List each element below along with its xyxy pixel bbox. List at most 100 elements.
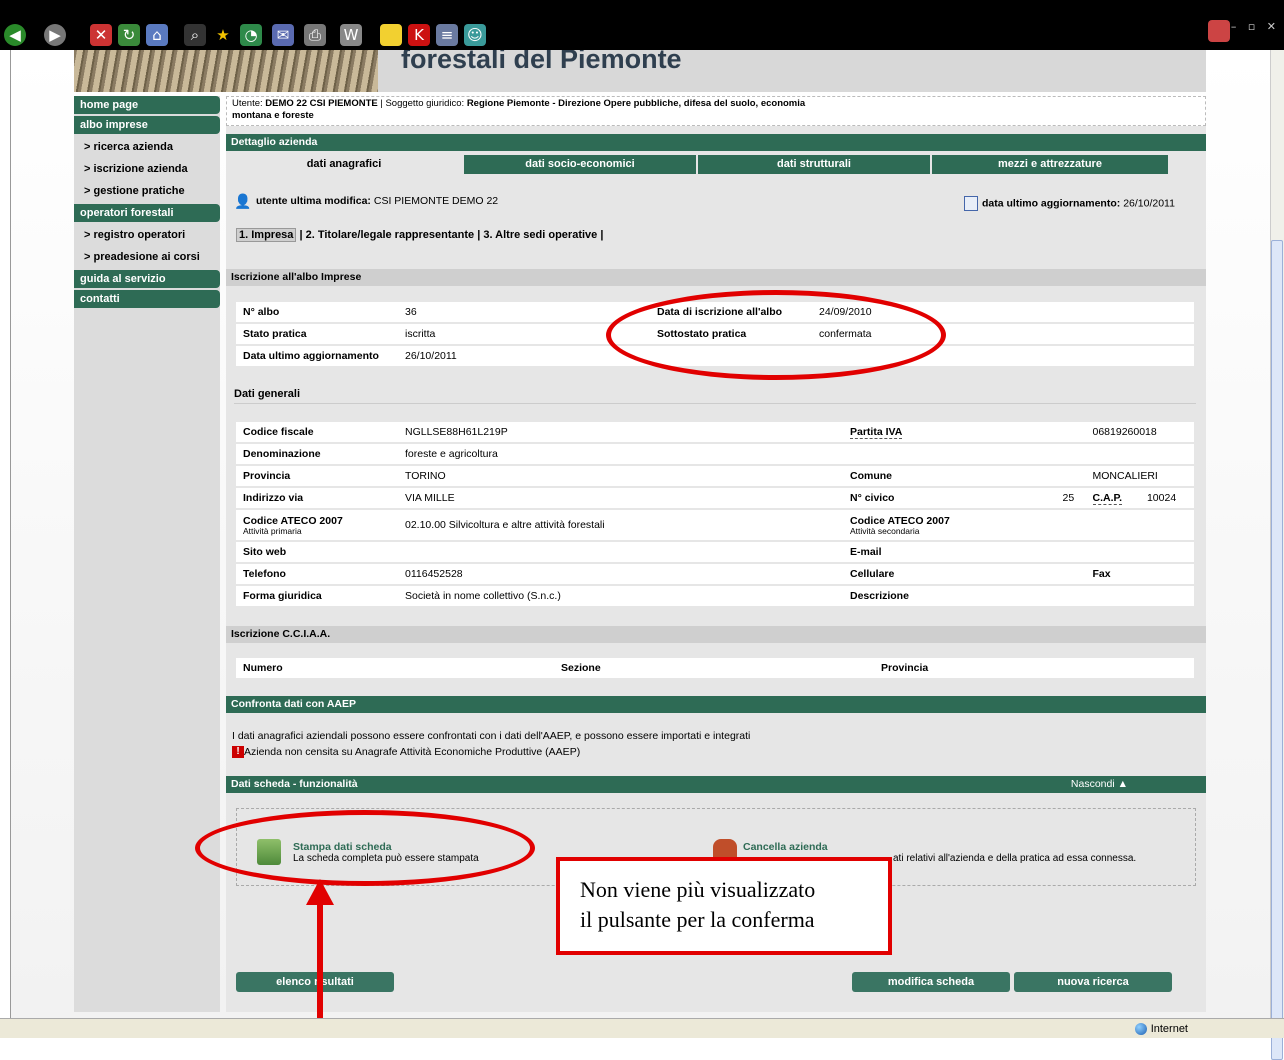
n-albo-value: 36 <box>398 302 650 322</box>
subnav-impresa[interactable]: 1. Impresa <box>236 228 297 242</box>
comune-label: Comune <box>843 466 1086 486</box>
cell-value <box>1055 564 1086 584</box>
edit-icon[interactable]: W <box>340 24 362 46</box>
cf-label: Codice fiscale <box>236 422 398 442</box>
cap-value: 10024 <box>1139 488 1194 508</box>
zone-label: Internet <box>1150 1023 1188 1035</box>
warning-icon: ! <box>232 746 244 759</box>
empty-cell <box>940 324 1194 344</box>
agg-value: 26/10/2011 <box>398 346 650 366</box>
tabs: dati anagrafici dati socio-economici dat… <box>226 155 1206 174</box>
table-row: Forma giuridica Società in nome colletti… <box>236 586 1194 606</box>
annotation-callout: Non viene più visualizzato il pulsante p… <box>556 857 892 955</box>
sidebar-contatti[interactable]: contatti <box>74 290 220 308</box>
tab-dati-socio-economici[interactable]: dati socio-economici <box>464 155 696 174</box>
scroll-thumb[interactable] <box>1271 240 1283 1060</box>
sidebar-item-iscrizione[interactable]: > iscrizione azienda <box>74 158 220 180</box>
sezione-value <box>714 658 874 678</box>
stop-icon[interactable]: ✕ <box>90 24 112 46</box>
sito-label: Sito web <box>236 542 398 562</box>
home-icon[interactable]: ⌂ <box>146 24 168 46</box>
user-info-bar: Utente: DEMO 22 CSI PIEMONTE | Soggetto … <box>226 96 1206 126</box>
utente-value: DEMO 22 CSI PIEMONTE <box>265 98 378 109</box>
sidebar-item-registro[interactable]: > registro operatori <box>74 224 220 246</box>
elenco-risultati-button[interactable]: elenco risultati <box>236 972 394 992</box>
site-header: forestali del Piemonte <box>74 50 1206 92</box>
sidebar-albo-imprese[interactable]: albo imprese <box>74 116 220 134</box>
via-label: Indirizzo via <box>236 488 398 508</box>
sito-value <box>398 542 843 562</box>
tab-dati-anagrafici[interactable]: dati anagrafici <box>226 155 462 174</box>
ateco2-label: Codice ATECO 2007 Attività secondaria <box>843 510 1086 540</box>
cancella-link[interactable]: Cancella azienda <box>743 841 1136 853</box>
agg-label: Data ultimo aggiornamento <box>236 346 398 366</box>
chevron-up-icon: ▲ <box>1117 778 1128 790</box>
empty-cell <box>940 302 1194 322</box>
sidebar-item-preadesione[interactable]: > preadesione ai corsi <box>74 246 220 268</box>
utente-label: Utente: <box>232 98 263 109</box>
tab-mezzi-attrezzature[interactable]: mezzi e attrezzature <box>932 155 1168 174</box>
fax-value <box>1139 564 1194 584</box>
vertical-scrollbar[interactable] <box>1270 50 1284 1060</box>
window-controls[interactable]: – ▫ ✕ <box>1231 20 1280 33</box>
iva-value: 06819260018 <box>1085 422 1194 442</box>
last-update-value: 26/10/2011 <box>1123 197 1175 210</box>
stato-label: Stato pratica <box>236 324 398 344</box>
last-update-label: data ultimo aggiornamento: <box>982 197 1121 210</box>
provincia-label: Provincia <box>874 658 1034 678</box>
tab-spacer <box>1170 155 1202 174</box>
table-row: Provincia TORINO Comune MONCALIERI <box>236 466 1194 486</box>
last-user-value: CSI PIEMONTE DEMO 22 <box>373 194 499 207</box>
subnav-titolare[interactable]: 2. Titolare/legale rappresentante <box>306 229 475 241</box>
annotation-arrow-head <box>306 879 334 905</box>
delete-icon[interactable] <box>713 839 737 859</box>
favorites-icon[interactable]: ★ <box>212 24 234 46</box>
iva-label: Partita IVA <box>843 422 1086 442</box>
nuova-ricerca-button[interactable]: nuova ricerca <box>1014 972 1172 992</box>
tel-label: Telefono <box>236 564 398 584</box>
messenger-icon[interactable]: K <box>408 24 430 46</box>
site-title: forestali del Piemonte <box>401 50 682 74</box>
via-value: VIA MILLE <box>398 488 843 508</box>
history-icon[interactable]: ◔ <box>240 24 262 46</box>
callout-line-2: il pulsante per la conferma <box>580 907 815 932</box>
sidebar-guida[interactable]: guida al servizio <box>74 270 220 288</box>
user-edit-icon: 👤 <box>234 194 252 210</box>
print-icon[interactable]: ⎙ <box>304 24 326 46</box>
cap-label: C.A.P. <box>1085 488 1140 508</box>
aaep-status-text: Azienda non censita su Anagrafe Attività… <box>244 746 581 758</box>
email-value <box>1085 542 1194 562</box>
comune-value: MONCALIERI <box>1085 466 1194 486</box>
n-albo-label: N° albo <box>236 302 398 322</box>
users-icon[interactable]: ☺ <box>464 24 486 46</box>
sidebar-item-gestione[interactable]: > gestione pratiche <box>74 180 220 202</box>
notes-icon[interactable] <box>380 24 402 46</box>
forward-icon[interactable]: ▶ <box>44 24 66 46</box>
nascondi-link[interactable]: Nascondi ▲ <box>1071 778 1128 791</box>
funzionalita-title: Dati scheda - funzionalità <box>231 778 358 790</box>
empty-cell <box>940 346 1194 366</box>
cell-label: Cellulare <box>843 564 1056 584</box>
search-icon[interactable]: ⌕ <box>184 24 206 46</box>
sidebar-item-ricerca[interactable]: > ricerca azienda <box>74 136 220 158</box>
last-user-label: utente ultima modifica: <box>256 194 371 207</box>
table-row: Sito web E-mail <box>236 542 1194 562</box>
last-user-info: 👤 utente ultima modifica: CSI PIEMONTE DE… <box>234 194 499 210</box>
tab-dati-strutturali[interactable]: dati strutturali <box>698 155 930 174</box>
sezione-label: Sezione <box>554 658 714 678</box>
sidebar-home[interactable]: home page <box>74 96 220 114</box>
subnav-altre-sedi[interactable]: 3. Altre sedi operative <box>483 229 597 241</box>
cciaa-table: Numero Sezione Provincia <box>236 656 1194 680</box>
prov-label: Provincia <box>236 466 398 486</box>
section-aaep: Confronta dati con AAEP <box>226 696 1206 713</box>
descr-value <box>1085 586 1194 606</box>
sidebar-operatori[interactable]: operatori forestali <box>74 204 220 222</box>
back-icon[interactable]: ◀ <box>4 24 26 46</box>
tel-value: 0116452528 <box>398 564 843 584</box>
refresh-icon[interactable]: ↻ <box>118 24 140 46</box>
mail-icon[interactable]: ✉ <box>272 24 294 46</box>
nascondi-text: Nascondi <box>1070 778 1115 790</box>
research-icon[interactable]: ≡ <box>436 24 458 46</box>
civico-label: N° civico <box>843 488 1056 508</box>
modifica-scheda-button[interactable]: modifica scheda <box>852 972 1010 992</box>
